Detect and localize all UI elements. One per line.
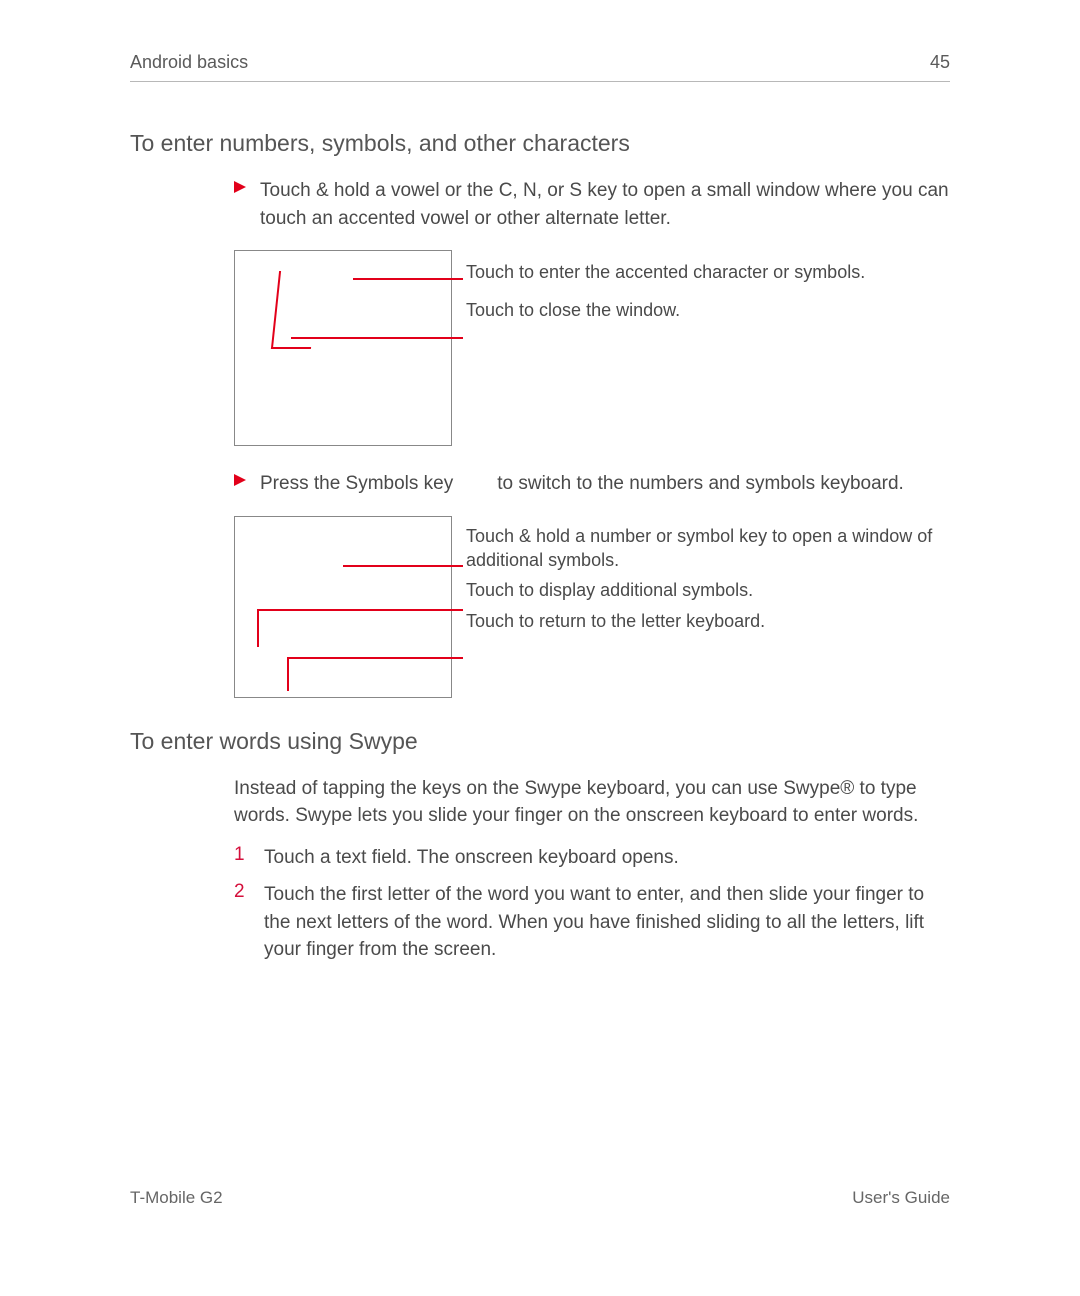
step-2: 2 Touch the first letter of the word you… bbox=[234, 881, 950, 964]
bullet2-post: to switch to the numbers and symbols key… bbox=[497, 473, 904, 494]
figure-1-callouts: Touch to enter the accented character or… bbox=[452, 250, 950, 446]
triangle-bullet-icon bbox=[234, 180, 246, 232]
page-number: 45 bbox=[930, 52, 950, 73]
step-text: Touch the first letter of the word you w… bbox=[264, 881, 950, 964]
page-footer: T-Mobile G2 User's Guide bbox=[130, 1188, 950, 1208]
callout-connector bbox=[257, 609, 463, 612]
step-text: Touch a text field. The onscreen keyboar… bbox=[264, 844, 679, 872]
callout-connector bbox=[291, 337, 463, 339]
footer-doc-title: User's Guide bbox=[852, 1188, 950, 1208]
fig1-callout-1: Touch to enter the accented character or… bbox=[466, 260, 950, 284]
callout-connector bbox=[257, 609, 269, 647]
figure-2-box bbox=[234, 516, 452, 698]
fig2-callout-2: Touch to display additional symbols. bbox=[466, 578, 950, 602]
bullet-text-2: Press the Symbols key to switch to the nu… bbox=[260, 470, 904, 498]
section-title-swype: To enter words using Swype bbox=[130, 728, 950, 755]
step-1: 1 Touch a text field. The onscreen keybo… bbox=[234, 844, 950, 872]
bullet-text-1: Touch & hold a vowel or the C, N, or S k… bbox=[260, 177, 950, 232]
callout-connector bbox=[287, 657, 463, 660]
bullet-item-2: Press the Symbols key to switch to the nu… bbox=[234, 470, 950, 498]
section-title-numbers: To enter numbers, symbols, and other cha… bbox=[130, 130, 950, 157]
fig1-callout-2: Touch to close the window. bbox=[466, 298, 950, 322]
figure-1-box bbox=[234, 250, 452, 446]
callout-connector bbox=[343, 565, 463, 567]
triangle-bullet-icon bbox=[234, 473, 246, 498]
header-section: Android basics bbox=[130, 52, 248, 73]
bullet2-pre: Press the Symbols key bbox=[260, 473, 453, 494]
callout-connector bbox=[353, 278, 463, 280]
figure-2-row: Touch & hold a number or symbol key to o… bbox=[234, 516, 950, 698]
page-header: Android basics 45 bbox=[130, 52, 950, 82]
figure-2-callouts: Touch & hold a number or symbol key to o… bbox=[452, 516, 950, 698]
callout-connector bbox=[287, 657, 299, 691]
figure-1-row: Touch to enter the accented character or… bbox=[234, 250, 950, 446]
step-number: 2 bbox=[234, 881, 248, 964]
step-number: 1 bbox=[234, 844, 248, 872]
swype-intro: Instead of tapping the keys on the Swype… bbox=[234, 775, 950, 830]
bullet-item-1: Touch & hold a vowel or the C, N, or S k… bbox=[234, 177, 950, 232]
fig2-callout-3: Touch to return to the letter keyboard. bbox=[466, 609, 950, 633]
fig2-callout-1: Touch & hold a number or symbol key to o… bbox=[466, 524, 950, 573]
page: Android basics 45 To enter numbers, symb… bbox=[0, 0, 1080, 1296]
footer-device: T-Mobile G2 bbox=[130, 1188, 223, 1208]
